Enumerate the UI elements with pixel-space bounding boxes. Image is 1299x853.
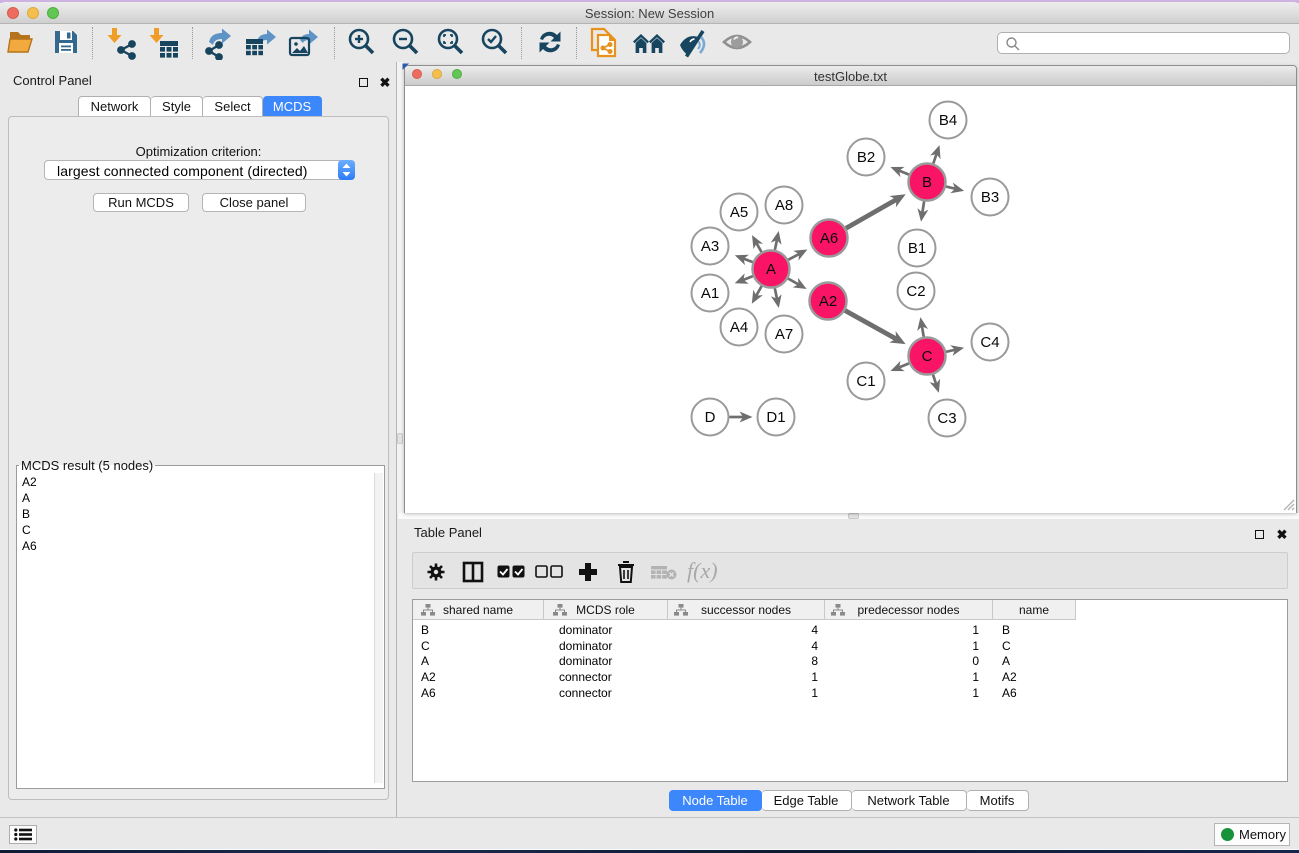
svg-text:A6: A6	[820, 230, 838, 247]
svg-text:A7: A7	[775, 326, 793, 343]
svg-text:A8: A8	[775, 197, 793, 214]
svg-text:B3: B3	[981, 189, 999, 206]
svg-text:C4: C4	[980, 334, 999, 351]
svg-text:D1: D1	[766, 409, 785, 426]
svg-text:A5: A5	[730, 204, 748, 221]
svg-text:A3: A3	[701, 238, 719, 255]
svg-text:A2: A2	[819, 293, 837, 310]
svg-text:D: D	[705, 409, 716, 426]
svg-text:B1: B1	[908, 240, 926, 257]
svg-text:B4: B4	[939, 112, 957, 129]
svg-text:B: B	[922, 174, 932, 191]
svg-text:A1: A1	[701, 285, 719, 302]
svg-text:C: C	[922, 348, 933, 365]
svg-text:A: A	[766, 261, 776, 278]
svg-text:B2: B2	[857, 149, 875, 166]
svg-text:C3: C3	[937, 410, 956, 427]
svg-text:C1: C1	[856, 373, 875, 390]
svg-text:A4: A4	[730, 319, 748, 336]
svg-text:C2: C2	[906, 283, 925, 300]
